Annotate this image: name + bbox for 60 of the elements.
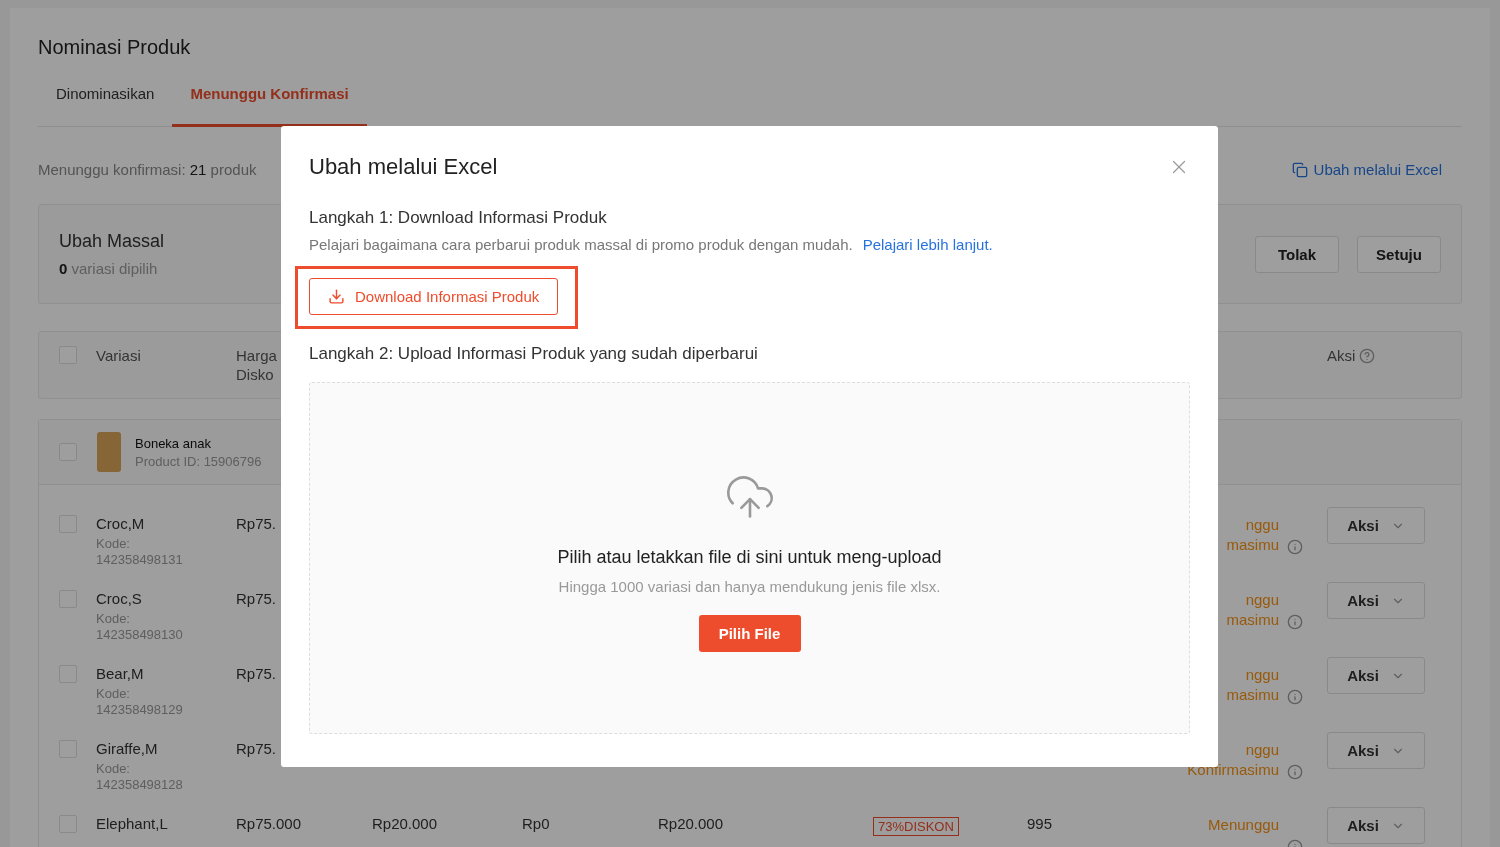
dialog-title: Ubah melalui Excel xyxy=(309,154,498,180)
price-cell-text: Rp0 xyxy=(522,815,551,834)
page-title: Nominasi Produk xyxy=(38,36,192,59)
action-dropdown[interactable]: Aksi xyxy=(1327,582,1425,619)
photo-placeholder xyxy=(97,432,121,472)
status-text: nggu masimu xyxy=(1226,515,1279,555)
learn-more-link[interactable]: Pelajari lebih lanjut. xyxy=(862,236,993,253)
price-cell-text: Rp75. xyxy=(236,590,278,609)
variant-code: Kode: 142358498128 xyxy=(96,761,184,793)
price-cell-text: Rp75. xyxy=(236,515,278,534)
price-cell-text: Rp20.000 xyxy=(372,815,439,834)
variant-code: Kode: 142358498130 xyxy=(96,611,184,643)
dropzone-hint: Hingga 1000 variasi dan hanya mendukung jenis file xlsx. xyxy=(558,578,941,595)
variant-name: Croc,M xyxy=(96,515,146,532)
action-dropdown[interactable]: Aksi xyxy=(1327,807,1425,844)
help-icon xyxy=(1359,347,1376,364)
bulk-title: Ubah Massal xyxy=(59,231,165,252)
action-dropdown[interactable]: Aksi xyxy=(1327,657,1425,694)
info-icon xyxy=(1287,689,1303,705)
discount-badge: 73%DISKON xyxy=(873,817,959,836)
info-icon xyxy=(1287,764,1303,780)
step-label: Langkah 1: Download Informasi Produk xyxy=(309,208,608,228)
product-name: Boneka anak xyxy=(135,435,212,451)
choose-file-button[interactable]: Pilih File xyxy=(698,615,801,652)
status-text: nggu masimu xyxy=(1226,665,1279,705)
price-cell-text: Rp75. xyxy=(236,740,278,759)
variant-code: Kode: 142358498129 xyxy=(96,686,184,718)
variant-code: Kode: 142358498131 xyxy=(96,536,184,568)
column-header: Aksi xyxy=(1327,346,1356,365)
download-icon xyxy=(328,288,345,305)
variant-name: Croc,S xyxy=(96,590,143,607)
price-cell-text: Rp75.000 xyxy=(236,815,303,834)
column-header: Variasi xyxy=(96,346,141,365)
dropzone-title: Pilih atau letakkan file di sini untuk meng-upload xyxy=(557,547,942,568)
download-button[interactable]: Download Informasi Produk xyxy=(309,278,559,315)
column-header: Harga Disko xyxy=(236,346,277,384)
step-label: Langkah 2: Upload Informasi Produk yang sudah diperbarui xyxy=(309,344,759,364)
stock-cell-text: 995 xyxy=(1027,815,1054,834)
excel-link[interactable]: Ubah melalui Excel xyxy=(1291,161,1442,178)
status-text: nggu Konfirmasimu xyxy=(1187,740,1279,780)
copy-icon xyxy=(1291,161,1308,178)
product-id: Product ID: 15906796 xyxy=(135,453,262,469)
variant-name: Bear,M xyxy=(96,665,145,682)
bulk-button[interactable]: Tolak xyxy=(1255,235,1339,273)
action-dropdown[interactable]: Aksi xyxy=(1327,732,1425,769)
variant-name: Giraffe,M xyxy=(96,740,159,757)
bulk-button[interactable]: Setuju xyxy=(1357,235,1441,273)
upload-dropzone[interactable]: Pilih atau letakkan file di sini untuk meng-upload Hingga 1000 variasi dan hanya mendukung jenis file xlsx. Pilih File xyxy=(309,382,1190,734)
selected-count: 0 variasi dipilih xyxy=(59,260,159,277)
status-text: nggu masimu xyxy=(1226,590,1279,630)
status-text: Menunggu xyxy=(1208,815,1279,835)
price-cell-text: Rp75. xyxy=(236,665,278,684)
step-description: Pelajari bagaimana cara perbarui produk massal di promo produk dengan mudah. xyxy=(309,236,853,253)
info-icon xyxy=(1287,614,1303,630)
tab[interactable]: Dinominasikan xyxy=(38,85,173,127)
action-dropdown[interactable]: Aksi xyxy=(1327,507,1425,544)
price-cell-text: Rp20.000 xyxy=(658,815,725,834)
pending-count: Menunggu konfirmasi: 21 produk xyxy=(38,161,257,178)
variant-name: Elephant,L xyxy=(96,815,169,832)
info-icon xyxy=(1287,539,1303,555)
